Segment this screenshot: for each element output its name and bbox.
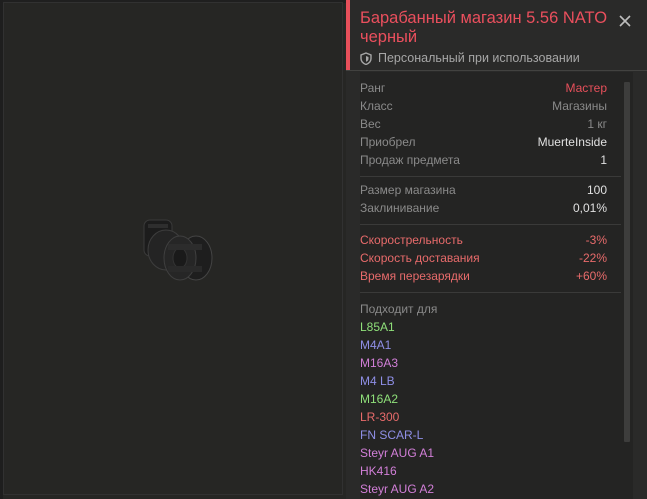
weapon-link[interactable]: HK416 (360, 462, 621, 480)
weapon-link[interactable]: L85A1 (360, 318, 621, 336)
spec-value: 0,01% (572, 201, 607, 215)
spec-row-jamming: Заклинивание 0,01% (360, 199, 621, 217)
scrollbar-track[interactable] (621, 72, 633, 499)
modifier-row-rate-of-fire: Скорострельность -3% (360, 231, 621, 249)
info-row-acquired-by: Приобрел MuerteInside (360, 133, 621, 151)
drum-magazine-image (143, 219, 213, 281)
info-key: Ранг (360, 81, 386, 95)
weapon-link[interactable]: M4 LB (360, 372, 621, 390)
info-key: Класс (360, 99, 393, 113)
info-row-weight: Вес 1 кг (360, 115, 621, 133)
item-details-panel: Барабанный магазин 5.56 NATO черный Перс… (346, 0, 647, 499)
modifier-row-draw-speed: Скорость доставания -22% (360, 249, 621, 267)
compatible-header: Подходит для (360, 302, 438, 316)
spec-key: Размер магазина (360, 183, 456, 197)
info-row-class: Класс Магазины (360, 97, 621, 115)
weapon-link[interactable]: M16A2 (360, 390, 621, 408)
info-row-sales: Продаж предмета 1 (360, 151, 621, 169)
info-row-rank: Ранг Мастер (360, 79, 621, 97)
modifier-key: Скорострельность (360, 233, 463, 247)
modifier-row-reload-time: Время перезарядки +60% (360, 267, 621, 285)
compatible-weapons-section: Подходит для L85A1 M4A1 M16A3 M4 LB M16A… (360, 300, 621, 498)
modifier-key: Скорость доставания (360, 251, 480, 265)
weapon-link[interactable]: FN SCAR-L (360, 426, 621, 444)
modifiers-section: Скорострельность -3% Скорость доставания… (360, 231, 621, 285)
details-scroll-area[interactable]: Ранг Мастер Класс Магазины Вес 1 кг Прио… (360, 72, 621, 499)
item-title: Барабанный магазин 5.56 NATO черный (360, 9, 608, 46)
section-divider (360, 224, 621, 225)
weapon-link[interactable]: LR-300 (360, 408, 621, 426)
modifier-value: -22% (578, 251, 607, 265)
close-icon[interactable] (616, 12, 634, 30)
weapon-link[interactable]: M4A1 (360, 336, 621, 354)
info-key: Приобрел (360, 135, 416, 149)
spec-row-mag-size: Размер магазина 100 (360, 181, 621, 199)
section-divider (360, 292, 621, 293)
title-accent-bar (346, 0, 350, 70)
personal-status-label: Персональный при использовании (378, 51, 580, 65)
info-value: Мастер (565, 81, 607, 95)
info-key: Вес (360, 117, 381, 131)
spec-value: 100 (586, 183, 607, 197)
info-value: 1 (600, 153, 607, 167)
weapon-link[interactable]: M16A3 (360, 354, 621, 372)
item-preview (0, 0, 346, 499)
weapon-link[interactable]: Steyr AUG A1 (360, 444, 621, 462)
info-value: Магазины (552, 99, 607, 113)
info-value: MuerteInside (537, 135, 607, 149)
modifier-key: Время перезарядки (360, 269, 470, 283)
shield-icon (360, 51, 372, 65)
header-divider (346, 70, 647, 71)
section-divider (360, 176, 621, 177)
info-section: Ранг Мастер Класс Магазины Вес 1 кг Прио… (360, 79, 621, 169)
info-key: Продаж предмета (360, 153, 460, 167)
weapon-link[interactable]: Steyr AUG A2 (360, 480, 621, 498)
specs-section: Размер магазина 100 Заклинивание 0,01% (360, 181, 621, 217)
spec-key: Заклинивание (360, 201, 440, 215)
modifier-value: -3% (585, 233, 607, 247)
modifier-value: +60% (575, 269, 607, 283)
info-value: 1 кг (587, 117, 607, 131)
scrollbar-thumb[interactable] (624, 82, 630, 442)
personal-status: Персональный при использовании (360, 51, 580, 65)
